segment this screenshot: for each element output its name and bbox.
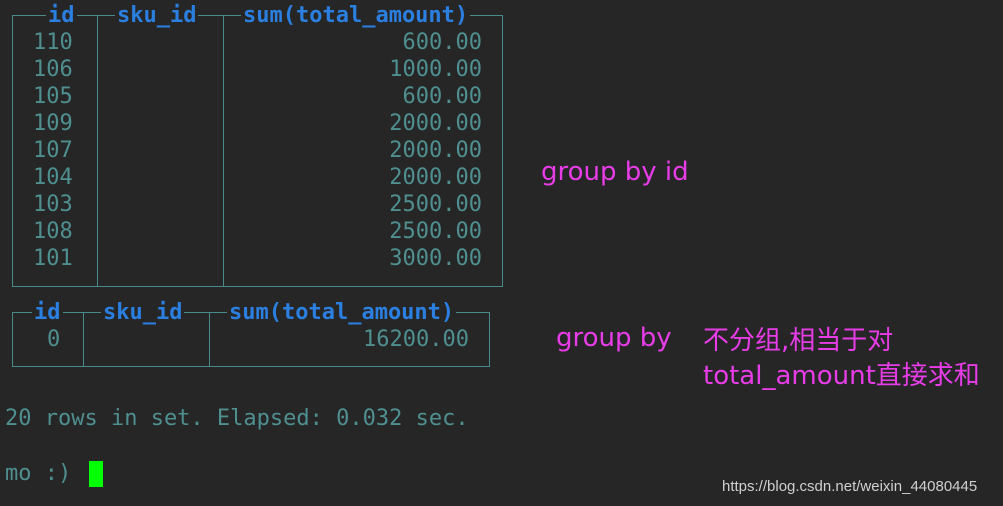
cell-sum: 1000.00 <box>389 57 482 82</box>
cell-id: 103 <box>33 192 73 217</box>
cell-sum: 2000.00 <box>389 111 482 136</box>
column-header-id: id <box>46 3 77 29</box>
column-divider <box>83 313 84 366</box>
cell-sum: 3000.00 <box>389 246 482 271</box>
cell-sum: 2500.00 <box>389 192 482 217</box>
column-divider <box>223 16 224 286</box>
column-header-sum-total-amount: sum(total_amount) <box>241 3 471 29</box>
cell-sum: 2500.00 <box>389 219 482 244</box>
cell-sum: 600.00 <box>402 30 482 55</box>
watermark-url: https://blog.csdn.net/weixin_44080445 <box>722 478 978 495</box>
column-header-sum-total-amount: sum(total_amount) <box>227 300 457 326</box>
column-header-sku-id: sku_id <box>115 3 199 29</box>
cell-sum: 16200.00 <box>363 327 469 352</box>
cell-id: 110 <box>33 30 73 55</box>
cell-sum: 600.00 <box>402 84 482 109</box>
annotation-note-line1: 不分组,相当于对 <box>703 326 894 356</box>
cell-id: 109 <box>33 111 73 136</box>
result-table-group-by-id: id sku_id sum(total_amount) 110 600.00 1… <box>12 3 503 287</box>
cell-id: 0 <box>47 327 61 352</box>
annotation-group-by: group by <box>556 323 672 353</box>
cell-sum: 2000.00 <box>389 138 482 163</box>
cell-id: 101 <box>33 246 73 271</box>
column-divider <box>209 313 210 366</box>
command-prompt[interactable]: mo :) <box>5 461 71 486</box>
query-summary: 20 rows in set. Elapsed: 0.032 sec. <box>5 406 469 431</box>
cell-id: 105 <box>33 84 73 109</box>
terminal-window[interactable]: id sku_id sum(total_amount) 110 600.00 1… <box>0 0 1003 506</box>
cell-id: 104 <box>33 165 73 190</box>
cell-id: 107 <box>33 138 73 163</box>
result-table-group-by: id sku_id sum(total_amount) 0 16200.00 <box>12 300 490 367</box>
text-cursor <box>89 461 103 487</box>
column-divider <box>97 16 98 286</box>
cell-id: 106 <box>33 57 73 82</box>
annotation-group-by-id: group by id <box>541 157 689 187</box>
cell-id: 108 <box>33 219 73 244</box>
annotation-note-line2: total_amount直接求和 <box>703 361 980 391</box>
cell-sum: 2000.00 <box>389 165 482 190</box>
column-header-id: id <box>32 300 63 326</box>
column-header-sku-id: sku_id <box>101 300 185 326</box>
